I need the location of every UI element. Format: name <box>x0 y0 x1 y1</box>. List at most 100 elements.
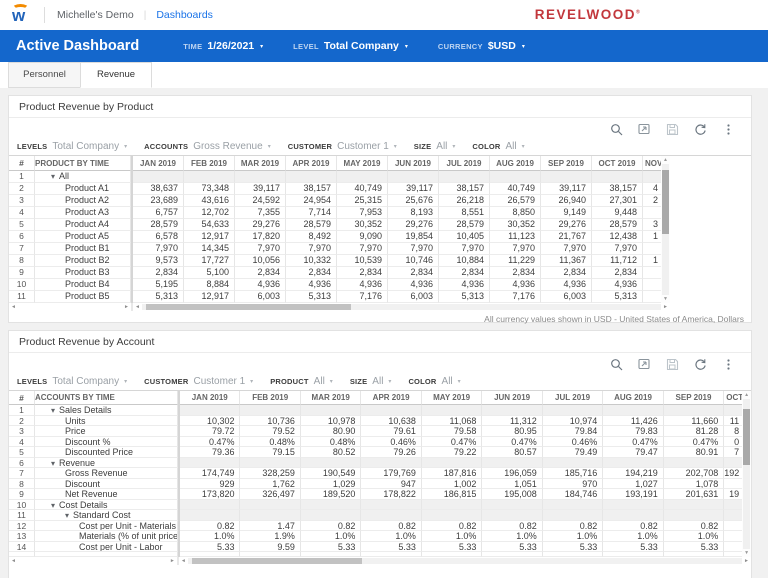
data-cell[interactable] <box>603 499 664 510</box>
row-discounted-price[interactable]: 5 Discounted Price <box>9 447 178 458</box>
data-cell[interactable]: 19,854 <box>388 231 439 243</box>
data-cell[interactable]: 1.0% <box>663 531 725 542</box>
filter-size[interactable]: SIZE All ▾ <box>414 141 456 152</box>
data-cell[interactable]: 173,820 <box>180 489 241 500</box>
more-icon[interactable] <box>722 123 735 136</box>
column-header-cell[interactable]: MAR 2019 <box>235 156 286 171</box>
row-net-revenue[interactable]: 9 Net Revenue <box>9 489 178 500</box>
filter-accounts[interactable]: ACCOUNTS Gross Revenue ▾ <box>144 141 271 152</box>
collapse-triangle-icon[interactable]: ▾ <box>65 511 69 520</box>
filter-levels[interactable]: LEVELS Total Company ▾ <box>17 376 127 387</box>
data-cell[interactable]: 7,970 <box>592 243 643 255</box>
data-cell[interactable]: 23,689 <box>133 195 184 207</box>
data-cell[interactable]: 0.82 <box>421 520 483 531</box>
data-cell[interactable]: 10,884 <box>439 255 490 267</box>
more-icon[interactable] <box>722 358 735 371</box>
row-label-cell[interactable]: Product A5 <box>35 231 131 243</box>
data-cell[interactable]: 7,970 <box>490 243 541 255</box>
data-cell[interactable]: 5,313 <box>439 291 490 303</box>
data-cell[interactable]: 12,702 <box>184 207 235 219</box>
data-cell[interactable] <box>240 457 301 468</box>
row-label-cell[interactable]: ▾ Standard Cost <box>35 510 178 521</box>
clipped-data-cell[interactable] <box>643 291 661 303</box>
data-cell[interactable]: 1.0% <box>603 531 664 542</box>
collapse-triangle-icon[interactable]: ▾ <box>51 501 55 510</box>
data-cell[interactable]: 6,003 <box>541 291 592 303</box>
data-cell[interactable]: 4,936 <box>490 279 541 291</box>
data-cell[interactable]: 79.47 <box>603 447 664 458</box>
data-cell[interactable]: 179,769 <box>361 468 422 479</box>
data-cell[interactable] <box>482 405 543 416</box>
save-icon[interactable] <box>666 123 679 136</box>
data-cell[interactable]: 81.28 <box>663 426 725 437</box>
data-cell[interactable]: 2,834 <box>286 267 337 279</box>
data-cell[interactable]: 1.0% <box>361 531 422 542</box>
data-cell[interactable]: 0.82 <box>180 520 241 531</box>
row-product-b3[interactable]: 9 Product B3 <box>9 267 131 279</box>
data-cell[interactable]: 196,059 <box>482 468 543 479</box>
data-cell[interactable]: 54,633 <box>184 219 235 231</box>
data-cell[interactable]: 7,970 <box>541 243 592 255</box>
data-cell[interactable] <box>361 499 422 510</box>
data-cell[interactable]: 79.15 <box>240 447 301 458</box>
data-cell[interactable]: 11,712 <box>592 255 643 267</box>
data-cell[interactable]: 8,850 <box>490 207 541 219</box>
data-cell[interactable]: 7,970 <box>388 243 439 255</box>
data-cell[interactable]: 11,367 <box>541 255 592 267</box>
data-cell[interactable]: 80.91 <box>663 447 725 458</box>
data-cell[interactable]: 79.49 <box>542 447 604 458</box>
row-header-cell[interactable]: PRODUCT BY TIME <box>35 156 131 171</box>
column-header-cell[interactable]: APR 2019 <box>286 156 337 171</box>
scroll-left-icon[interactable]: ◄ <box>133 303 142 311</box>
row-label-cell[interactable]: Product B3 <box>35 267 131 279</box>
data-cell[interactable]: 9,448 <box>592 207 643 219</box>
data-cell[interactable]: 5,313 <box>592 291 643 303</box>
scrollbar-track[interactable] <box>141 304 662 310</box>
data-cell[interactable]: 929 <box>180 478 241 489</box>
clipped-data-cell[interactable]: 8 <box>724 426 743 437</box>
filter-levels[interactable]: LEVELS Total Company ▾ <box>17 141 127 152</box>
clipped-column-header-cell[interactable]: OCT 2 <box>724 391 743 405</box>
row-label-cell[interactable]: Units <box>35 415 178 426</box>
data-cell[interactable]: 28,579 <box>439 219 490 231</box>
row-product-b2[interactable]: 8 Product B2 <box>9 255 131 267</box>
data-cell[interactable]: 5.33 <box>542 541 604 552</box>
clipped-data-cell[interactable]: 19 <box>724 489 743 500</box>
export-icon[interactable] <box>638 358 651 371</box>
data-cell[interactable]: 10,405 <box>439 231 490 243</box>
data-cell[interactable]: 10,746 <box>388 255 439 267</box>
data-cell[interactable] <box>439 171 490 183</box>
column-header-cell[interactable]: JAN 2019 <box>180 391 241 405</box>
data-cell[interactable]: 0.47% <box>603 436 664 447</box>
data-cell[interactable] <box>180 510 241 521</box>
data-cell[interactable] <box>592 171 643 183</box>
data-cell[interactable]: 11,660 <box>663 415 725 426</box>
row-price[interactable]: 3 Price <box>9 426 178 437</box>
data-cell[interactable]: 5.33 <box>482 541 543 552</box>
row-label-cell[interactable]: Discount % <box>35 436 178 447</box>
data-cell[interactable]: 38,157 <box>286 183 337 195</box>
row-product-a5[interactable]: 6 Product A5 <box>9 231 131 243</box>
row-label-cell[interactable] <box>35 552 178 557</box>
data-cell[interactable]: 79.58 <box>421 426 483 437</box>
data-cell[interactable]: 4,936 <box>286 279 337 291</box>
data-cell[interactable]: 28,579 <box>592 219 643 231</box>
column-header-cell[interactable]: JUL 2019 <box>542 391 604 405</box>
data-cell[interactable]: 9,573 <box>133 255 184 267</box>
row-gross-revenue[interactable]: 7 Gross Revenue <box>9 468 178 479</box>
column-header-cell[interactable]: AUG 2019 <box>490 156 541 171</box>
data-cell[interactable]: 79.61 <box>361 426 422 437</box>
scrollbar-track[interactable] <box>187 558 743 564</box>
data-cell[interactable]: 79.84 <box>542 426 604 437</box>
column-header-cell[interactable]: JUL 2019 <box>439 156 490 171</box>
data-cell[interactable]: 6,003 <box>235 291 286 303</box>
data-cell[interactable]: 10,978 <box>300 415 362 426</box>
row-revenue[interactable]: 6 ▾ Revenue <box>9 457 178 468</box>
data-cell[interactable]: 29,276 <box>388 219 439 231</box>
row-label-cell[interactable]: ▾ All <box>35 171 131 183</box>
data-cell[interactable]: 7,970 <box>235 243 286 255</box>
column-header-cell[interactable]: JAN 2019 <box>133 156 184 171</box>
data-cell[interactable]: 2,834 <box>439 267 490 279</box>
data-cell[interactable] <box>482 457 543 468</box>
data-cell[interactable]: 0.48% <box>300 436 362 447</box>
